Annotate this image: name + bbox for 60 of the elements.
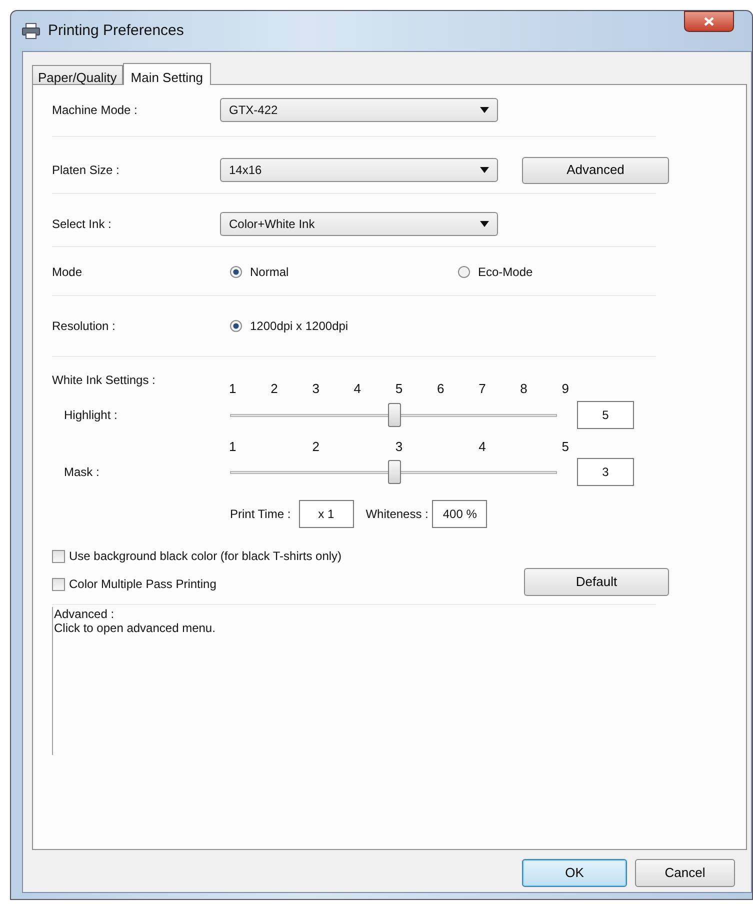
checkbox-label: Color Multiple Pass Printing <box>69 576 216 593</box>
default-button[interactable]: Default <box>524 568 669 596</box>
description-title: Advanced : <box>54 607 116 621</box>
tick-label: 9 <box>562 380 569 398</box>
print-time-field[interactable]: x 1 <box>298 500 354 528</box>
checkbox-label: Use background black color (for black T-shirts only) <box>69 548 342 565</box>
tick-label: 6 <box>436 380 444 398</box>
field-label: Mode <box>52 264 84 281</box>
field-label: Whiteness : <box>366 506 428 523</box>
advanced-button[interactable]: Advanced <box>522 156 669 184</box>
slider-label: Highlight : <box>63 406 118 424</box>
description-text: Click to open advanced menu. <box>54 621 216 635</box>
radio-button[interactable] <box>230 320 242 332</box>
field-label: Platen Size : <box>52 162 120 179</box>
printer-icon <box>22 23 40 39</box>
tick-label: 4 <box>478 438 486 456</box>
value-field[interactable]: 3 <box>577 458 634 486</box>
field-label: Resolution : <box>52 318 116 335</box>
caret-icon <box>480 167 489 173</box>
tick-label: 8 <box>520 380 528 398</box>
checkbox[interactable] <box>52 578 65 590</box>
dropdown[interactable]: Color+White Ink <box>220 212 498 236</box>
slider-track[interactable] <box>230 402 557 426</box>
checkbox[interactable] <box>52 550 65 562</box>
tab[interactable]: Paper/Quality <box>32 65 123 84</box>
tick-label: 5 <box>395 380 403 398</box>
radio-button[interactable] <box>230 266 242 278</box>
field-label: Print Time : <box>230 506 291 523</box>
radio-label: Normal <box>250 264 289 281</box>
radio-label: Eco-Mode <box>478 264 533 281</box>
radio-button[interactable] <box>458 266 470 278</box>
tick-label: 4 <box>354 380 362 398</box>
slider-track[interactable] <box>230 460 557 484</box>
tick-label: 5 <box>562 438 569 456</box>
slider-thumb[interactable] <box>388 402 400 426</box>
field-label: Select Ink : <box>52 216 112 233</box>
close-button[interactable] <box>684 11 734 32</box>
dropdown[interactable]: 14x16 <box>220 158 498 182</box>
radio-label: 1200dpi x 1200dpi <box>250 318 348 335</box>
value-field[interactable]: 5 <box>577 400 634 428</box>
tick-label: 1 <box>229 380 236 398</box>
tick-label: 7 <box>478 380 486 398</box>
tick-label: 2 <box>270 380 278 398</box>
dialog-button[interactable]: OK <box>522 859 627 887</box>
section-label: White Ink Settings : <box>52 372 156 389</box>
tick-label: 2 <box>312 438 320 456</box>
slider-label: Mask : <box>63 464 100 481</box>
dialog-button[interactable]: Cancel <box>635 859 735 887</box>
close-icon <box>704 17 714 26</box>
window-title: Printing Preferences <box>48 20 184 41</box>
field-label: Machine Mode : <box>52 102 138 119</box>
slider-thumb[interactable] <box>388 460 400 484</box>
tab[interactable]: Main Setting <box>122 63 212 85</box>
tick-label: 3 <box>395 438 403 456</box>
tick-label: 3 <box>312 380 320 398</box>
caret-icon <box>480 221 489 227</box>
dropdown[interactable]: GTX-422 <box>220 98 498 122</box>
tick-label: 1 <box>229 438 236 456</box>
whiteness-field[interactable]: 400 % <box>432 500 488 528</box>
caret-icon <box>480 107 489 113</box>
